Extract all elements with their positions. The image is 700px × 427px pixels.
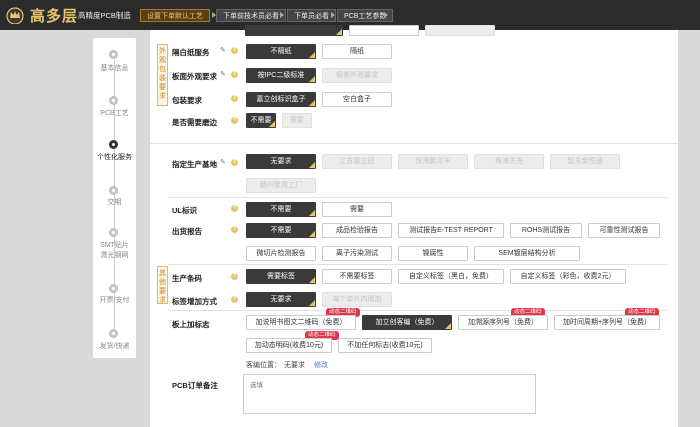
label-separator: 隔白纸服务: [172, 48, 210, 57]
edit-icon[interactable]: ✎: [220, 71, 227, 78]
step-dot-personal[interactable]: [109, 140, 118, 149]
label-appearance: 板面外观要求: [172, 72, 217, 81]
step-pcb-process[interactable]: PCB工艺: [93, 109, 136, 119]
option-marking-trace-serial[interactable]: 加溯源序列号（免费）: [458, 315, 548, 330]
option-premium-appearance[interactable]: 极美外观要求: [322, 68, 392, 83]
brand-name: 高多层: [30, 8, 79, 25]
option-blank-box[interactable]: 空白盒子: [322, 92, 392, 107]
option-report-rohs[interactable]: ROHS测试报告: [510, 223, 582, 238]
option-report-ionic[interactable]: 离子污染测试: [322, 246, 392, 261]
option-report-sem[interactable]: SEM镀层结构分析: [474, 246, 580, 261]
edit-icon[interactable]: ✎: [220, 159, 227, 166]
step-invoice-payment[interactable]: 开票/支付: [93, 296, 136, 306]
option-label-each-piece[interactable]: 每个单片内增加: [322, 292, 392, 307]
step-delivery-time[interactable]: 交期: [93, 198, 136, 208]
help-icon[interactable]: ?: [231, 296, 238, 303]
step-personal-service[interactable]: 个性化服务: [91, 153, 138, 163]
option-base-jiangsu[interactable]: 江苏嘉立创: [322, 154, 392, 169]
brand-subtitle: 高精度PCB制造: [78, 11, 131, 20]
option-marking-date-serial[interactable]: 加时间周期+序列号（免费）: [554, 315, 660, 330]
breadcrumb-order-staff[interactable]: 下单员必看: [287, 9, 336, 22]
help-icon[interactable]: ?: [231, 205, 238, 212]
option-report-microsection[interactable]: 微切片检测报告: [246, 246, 316, 261]
option-marking-dynamic-code[interactable]: 加动态明码(收费10元): [246, 338, 332, 353]
option-base-zhuhai-pzf[interactable]: 珠海鹏兆丰: [398, 154, 468, 169]
option-marking-none[interactable]: 不加任何标志(收费10元): [338, 338, 432, 353]
help-icon[interactable]: ?: [231, 226, 238, 233]
option-barcode-color[interactable]: 自定义标签（彩色，收费2元）: [510, 269, 626, 284]
step-shipping[interactable]: 发货/快递: [93, 342, 136, 352]
step-dot-smt[interactable]: [109, 228, 118, 237]
option-cut[interactable]: [349, 25, 419, 36]
arrow-right-icon: [331, 12, 335, 18]
group-tag-other: 其他要求: [157, 266, 168, 304]
option-marking-manual-qr[interactable]: 加说明书图文二维码（免费）: [246, 315, 356, 330]
option-edging-yes[interactable]: 需要: [282, 113, 312, 128]
option-jlc-box[interactable]: 嘉立创标识盒子: [246, 92, 316, 107]
help-icon[interactable]: ?: [231, 159, 238, 166]
help-icon[interactable]: ?: [231, 95, 238, 102]
option-barcode-yes[interactable]: 需要标签: [246, 269, 316, 284]
section-divider: [150, 143, 678, 144]
edit-icon[interactable]: ✎: [220, 47, 227, 54]
row-divider: [168, 197, 668, 198]
step-stencil[interactable]: 激光钢网: [93, 251, 136, 261]
option-label-none[interactable]: 无要求: [246, 292, 316, 307]
row-divider: [168, 310, 668, 311]
option-cut-disabled[interactable]: [425, 25, 495, 36]
breadcrumb-default-process[interactable]: 设置下单默认工艺: [140, 9, 210, 22]
option-barcode-bw[interactable]: 自定义标签（黑白，免费）: [398, 269, 504, 284]
label-board-marking: 板上加标志: [172, 320, 210, 329]
row-divider: [168, 264, 668, 265]
step-dot-invoice[interactable]: [109, 284, 118, 293]
option-base-shaoguan[interactable]: 韶关金悦通: [550, 154, 620, 169]
group-tag-packing: 外观包装要求: [157, 44, 168, 106]
customer-code-position-value: 无要求: [284, 362, 305, 369]
step-dot-shipping[interactable]: [109, 329, 118, 338]
step-dot-delivery[interactable]: [109, 186, 118, 195]
option-edging-no[interactable]: 不需要: [246, 113, 276, 128]
label-edging: 是否需要磨边: [172, 118, 217, 127]
option-separator[interactable]: 隔纸: [322, 44, 392, 59]
option-report-etest[interactable]: 测试报告E-TEST REPORT: [398, 223, 504, 238]
label-production-base: 指定生产基地: [172, 160, 217, 169]
option-cut-selected[interactable]: [245, 25, 343, 36]
step-smt[interactable]: SMT贴片: [93, 241, 136, 251]
breadcrumb-technician[interactable]: 下单前技术员必看: [216, 9, 286, 22]
label-barcode: 生产条码: [172, 274, 202, 283]
modify-link[interactable]: 修改: [314, 360, 328, 370]
option-report-none[interactable]: 不需要: [246, 223, 316, 238]
option-base-zhuhai-adv[interactable]: 珠海先进: [474, 154, 544, 169]
option-base-ganzhou[interactable]: 赣州聚真工厂: [246, 178, 316, 193]
help-icon[interactable]: ?: [231, 47, 238, 54]
step-basic-info[interactable]: 基本信息: [93, 64, 136, 74]
label-ul-mark: UL标识: [172, 206, 197, 215]
option-report-nickel[interactable]: 镍腐性: [398, 246, 468, 261]
option-ul-no[interactable]: 不需要: [246, 202, 316, 217]
arrow-right-icon: [384, 12, 388, 18]
option-base-none[interactable]: 无要求: [246, 154, 316, 169]
label-packaging: 包装要求: [172, 96, 202, 105]
label-order-note: PCB订单备注: [172, 381, 218, 390]
step-dot-basic[interactable]: [109, 50, 118, 59]
option-ul-yes[interactable]: 需要: [322, 202, 392, 217]
label-label-method: 标签增加方式: [172, 297, 217, 306]
label-shipping-report: 出货报告: [172, 227, 202, 236]
step-dot-pcb[interactable]: [109, 96, 118, 105]
option-no-separator[interactable]: 不隔纸: [246, 44, 316, 59]
crown-logo-icon: [6, 7, 24, 24]
option-barcode-no[interactable]: 不需要标签: [322, 269, 392, 284]
help-icon[interactable]: ?: [231, 117, 238, 124]
help-icon[interactable]: ?: [231, 273, 238, 280]
arrow-right-icon: [280, 12, 284, 18]
help-icon[interactable]: ?: [231, 71, 238, 78]
customer-code-position-label: 客编位置：: [246, 362, 281, 369]
option-report-inspection[interactable]: 成品检验报告: [322, 223, 392, 238]
option-report-reliability[interactable]: 可靠性测试报告: [588, 223, 660, 238]
order-note-textarea[interactable]: [243, 374, 536, 414]
option-ipc-class2[interactable]: 按IPC二级标准: [246, 68, 316, 83]
option-marking-jlc-code[interactable]: 加立创客编（免费）: [362, 315, 452, 330]
